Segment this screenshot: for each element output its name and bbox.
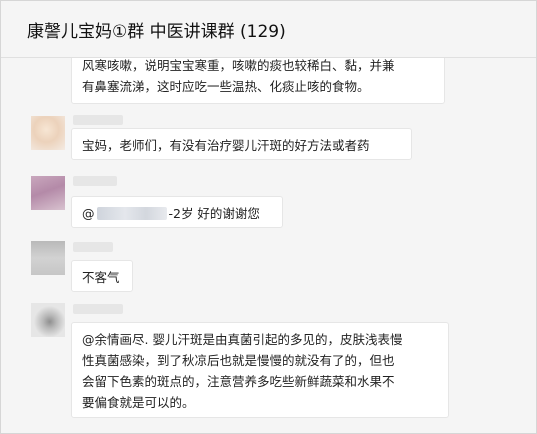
message-bubble[interactable]: 不客气 bbox=[71, 260, 133, 292]
message-text: 宝妈，老师们，有没有治疗婴儿汗斑的好方法或者药 bbox=[82, 138, 370, 153]
sender-name bbox=[73, 115, 123, 125]
avatar[interactable] bbox=[31, 116, 65, 150]
sender-name bbox=[73, 176, 117, 186]
message-bubble[interactable]: @ -2岁 好的谢谢您 bbox=[71, 196, 283, 228]
message-bubble[interactable]: @余情画尽. 婴儿汗斑是由真菌引起的多见的，皮肤浅表慢 性真菌感染，到了秋凉后也… bbox=[71, 322, 449, 418]
message-bubble[interactable]: 宝妈，老师们，有没有治疗婴儿汗斑的好方法或者药 bbox=[71, 128, 412, 160]
chat-window: 康謦儿宝妈①群 中医讲课群 (129) 风寒咳嗽，说明宝宝寒重，咳嗽的痰也较稀白… bbox=[0, 0, 537, 434]
message-text: -2岁 好的谢谢您 bbox=[168, 206, 260, 221]
sender-name bbox=[73, 242, 113, 252]
message-text: 不客气 bbox=[82, 270, 120, 285]
group-title: 康謦儿宝妈①群 中医讲课群 (129) bbox=[27, 22, 286, 42]
mention-prefix: @ bbox=[82, 206, 95, 221]
message-line: 性真菌感染，到了秋凉后也就是慢慢的就没有了的，但也 bbox=[82, 353, 395, 368]
avatar[interactable] bbox=[31, 241, 65, 275]
sender-name bbox=[73, 304, 123, 314]
message-line: @余情画尽. 婴儿汗斑是由真菌引起的多见的，皮肤浅表慢 bbox=[82, 332, 403, 347]
message-list[interactable]: 风寒咳嗽，说明宝宝寒重，咳嗽的痰也较稀白、黏，并兼 有鼻塞流涕，这时应吃一些温热… bbox=[1, 58, 536, 433]
message-line: 会留下色素的斑点的，注意营养多吃些新鲜蔬菜和水果不 bbox=[82, 374, 395, 389]
chat-header: 康謦儿宝妈①群 中医讲课群 (129) bbox=[1, 1, 536, 58]
avatar[interactable] bbox=[31, 176, 65, 210]
message-line: 有鼻塞流涕，这时应吃一些温热、化痰止咳的食物。 bbox=[82, 79, 370, 94]
redacted-name bbox=[96, 207, 167, 220]
message-line: 要偏食就是可以的。 bbox=[82, 395, 195, 410]
message-bubble[interactable]: 风寒咳嗽，说明宝宝寒重，咳嗽的痰也较稀白、黏，并兼 有鼻塞流涕，这时应吃一些温热… bbox=[71, 58, 445, 104]
avatar[interactable] bbox=[31, 303, 65, 337]
message-line: 风寒咳嗽，说明宝宝寒重，咳嗽的痰也较稀白、黏，并兼 bbox=[82, 58, 395, 73]
